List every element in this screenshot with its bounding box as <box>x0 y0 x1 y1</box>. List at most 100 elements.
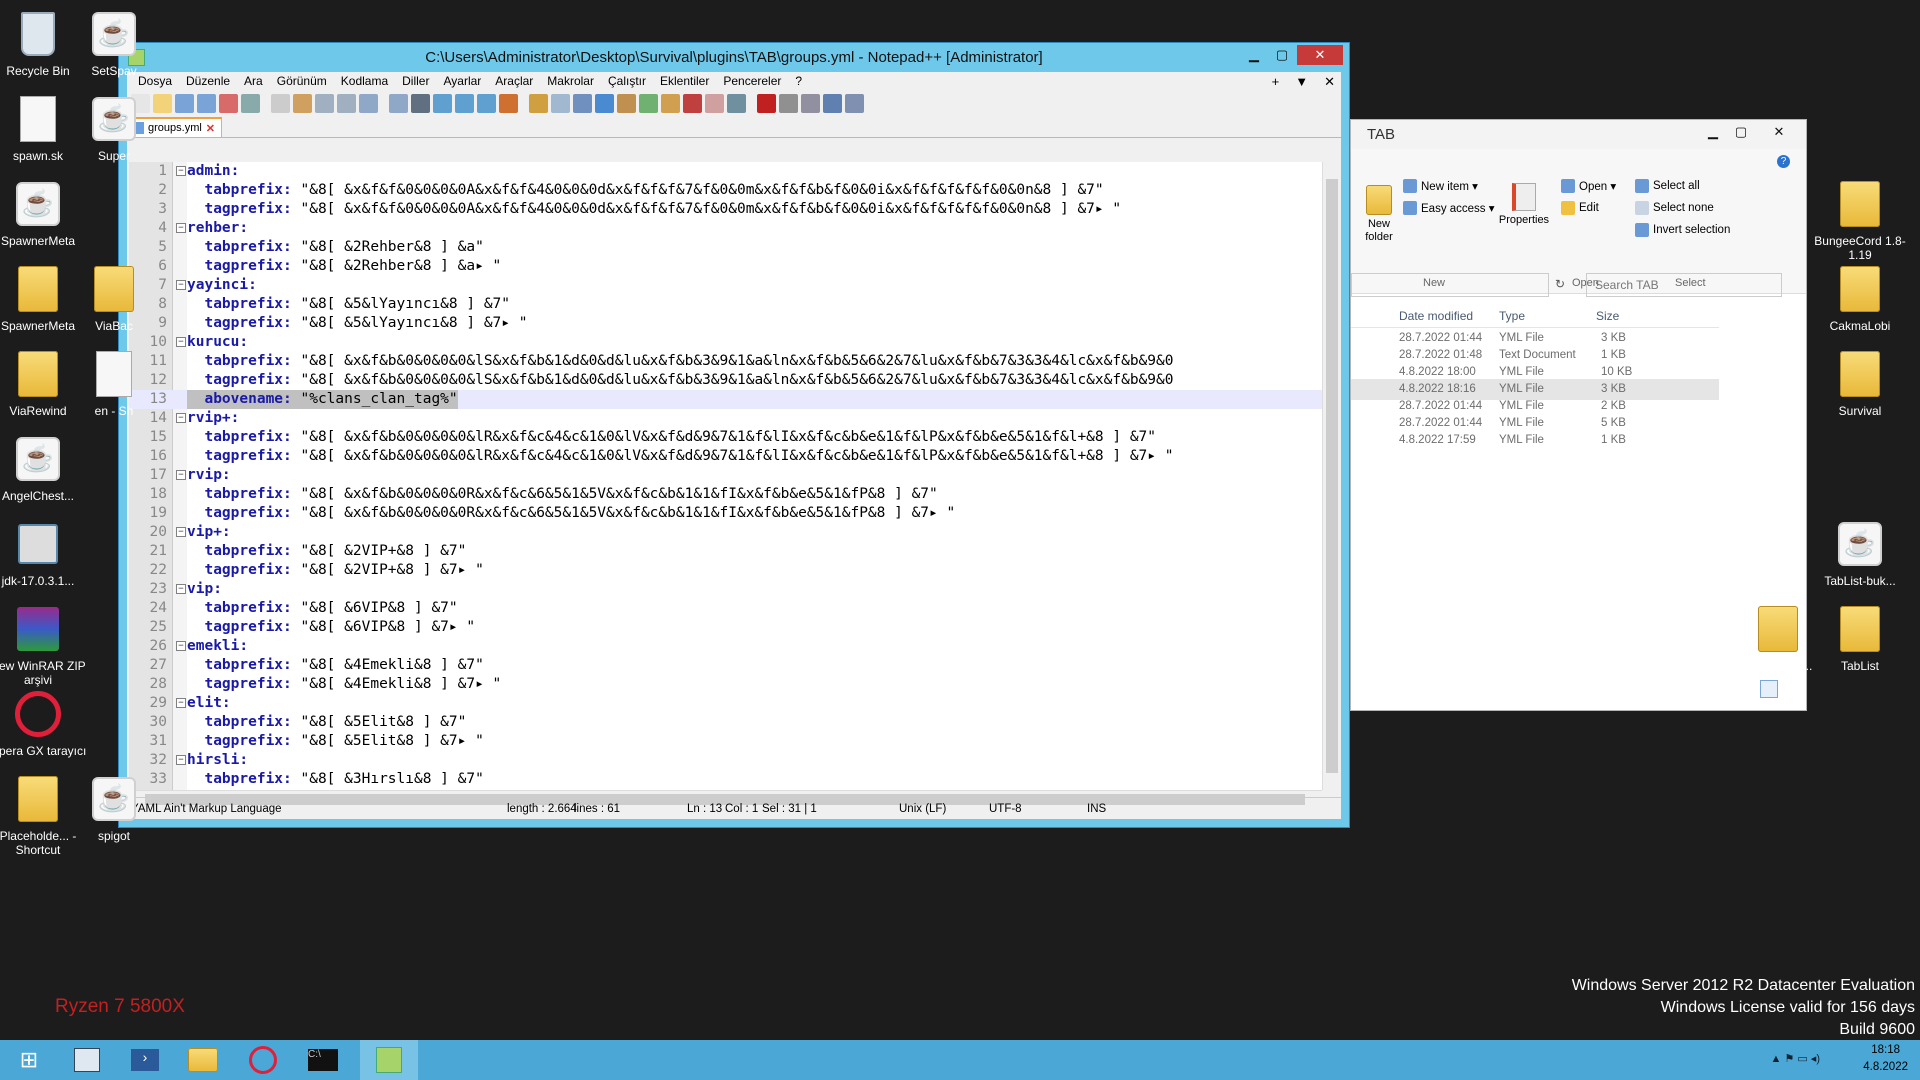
fold-toggle-icon[interactable]: − <box>176 166 186 176</box>
column-date-modified[interactable]: Date modified <box>1399 309 1473 323</box>
toolbar-button[interactable] <box>573 93 592 113</box>
edit-button[interactable]: Edit <box>1561 201 1599 215</box>
menu-item[interactable]: Makrolar <box>540 74 601 88</box>
address-bar[interactable] <box>1351 273 1549 297</box>
desktop-icon[interactable]: New WinRAR ZIP arşivi <box>0 603 88 687</box>
fold-toggle-icon[interactable]: − <box>176 337 186 347</box>
toolbar-button[interactable] <box>683 93 702 113</box>
menu-item[interactable]: Ayarlar <box>436 74 488 88</box>
close-button[interactable]: ✕ <box>1297 45 1343 65</box>
toolbar-button[interactable] <box>639 93 658 113</box>
maximize-button[interactable]: ▢ <box>1728 122 1754 142</box>
close-doc-button[interactable]: ✕ <box>1324 74 1335 90</box>
select-none-button[interactable]: Select none <box>1635 201 1714 215</box>
desktop-icon[interactable]: ViaBac <box>64 263 164 333</box>
new-item-button[interactable]: New item ▾ <box>1403 179 1478 193</box>
fold-toggle-icon[interactable]: − <box>176 641 186 651</box>
desktop-icon[interactable]: Opera GX tarayıcı <box>0 688 88 758</box>
toolbar-button[interactable] <box>315 93 334 113</box>
column-size[interactable]: Size <box>1596 309 1619 323</box>
desktop-icon[interactable]: ☕ AngelChest... <box>0 433 88 503</box>
toolbar-button[interactable] <box>801 93 820 113</box>
minimize-button[interactable]: ▁ <box>1700 122 1726 142</box>
refresh-icon[interactable]: ↻ <box>1555 277 1565 291</box>
open-button[interactable]: Open ▾ <box>1561 179 1616 193</box>
desktop-icon[interactable]: ☕ TabList-buk... <box>1810 518 1910 588</box>
toolbar-button[interactable] <box>529 93 548 113</box>
vertical-scrollbar[interactable] <box>1322 162 1341 790</box>
easy-access-button[interactable]: Easy access ▾ <box>1403 201 1495 215</box>
desktop-icon[interactable]: ☕ spigot <box>64 773 164 843</box>
fold-toggle-icon[interactable]: − <box>176 527 186 537</box>
desktop-icon[interactable]: TabList <box>1810 603 1910 673</box>
taskbar-notepadpp[interactable] <box>360 1040 418 1080</box>
details-view-icon[interactable] <box>1760 680 1778 698</box>
search-input[interactable]: Search TAB <box>1586 273 1782 297</box>
toolbar-button[interactable] <box>389 93 408 113</box>
tray-icons[interactable]: ▲ ⚑ ▭ ◂) <box>1771 1052 1821 1065</box>
close-button[interactable]: ✕ <box>1756 122 1802 142</box>
tab-list-button[interactable]: ▼ <box>1295 74 1308 90</box>
file-row[interactable]: 4.8.2022 17:59 YML File 1 KB <box>1351 430 1719 451</box>
desktop-icon[interactable]: ☕ SetSpav <box>64 8 164 78</box>
toolbar-button[interactable] <box>293 93 312 113</box>
desktop-icon[interactable]: en - Sh <box>64 348 164 418</box>
desktop-icon[interactable]: CakmaLobi <box>1810 263 1910 333</box>
desktop-icon[interactable]: BungeeCord 1.8-1.19 <box>1810 178 1910 262</box>
desktop-icon[interactable]: ☕ SpawnerMeta <box>0 178 88 248</box>
fold-toggle-icon[interactable]: − <box>176 698 186 708</box>
fold-toggle-icon[interactable]: − <box>176 584 186 594</box>
taskbar-file-explorer[interactable] <box>174 1040 232 1080</box>
toolbar-button[interactable] <box>337 93 356 113</box>
menu-item[interactable]: Görünüm <box>270 74 334 88</box>
start-button[interactable]: ⊞ <box>0 1040 58 1080</box>
menu-item[interactable]: ? <box>788 74 809 88</box>
toolbar-button[interactable] <box>175 93 194 113</box>
desktop-icon[interactable]: Survival <box>1810 348 1910 418</box>
column-type[interactable]: Type <box>1499 309 1525 323</box>
toolbar-button[interactable] <box>219 93 238 113</box>
invert-selection-button[interactable]: Invert selection <box>1635 223 1730 237</box>
menu-item[interactable]: Düzenle <box>179 74 237 88</box>
fold-toggle-icon[interactable]: − <box>176 280 186 290</box>
toolbar-button[interactable] <box>727 93 746 113</box>
toolbar-button[interactable] <box>433 93 452 113</box>
toolbar-button[interactable] <box>705 93 724 113</box>
menu-item[interactable]: Diller <box>395 74 436 88</box>
toolbar-button[interactable] <box>551 93 570 113</box>
fold-toggle-icon[interactable]: − <box>176 755 186 765</box>
toolbar-button[interactable] <box>779 93 798 113</box>
toolbar-button[interactable] <box>271 93 290 113</box>
desktop-icon[interactable]: jdk-17.0.3.1... <box>0 518 88 588</box>
taskbar-server-manager[interactable] <box>58 1040 116 1080</box>
desktop-icon[interactable]: ☕ Super <box>64 93 164 163</box>
new-folder-button[interactable]: New folder <box>1359 185 1399 244</box>
toolbar-button[interactable] <box>823 93 842 113</box>
new-tab-button[interactable]: + <box>1272 74 1280 90</box>
large-icons-view-icon[interactable] <box>1780 680 1798 698</box>
menu-item[interactable]: Ara <box>237 74 270 88</box>
taskbar-clock[interactable]: 18:18 4.8.2022 <box>1863 1042 1908 1076</box>
toolbar-button[interactable] <box>845 93 864 113</box>
help-icon[interactable]: ? <box>1777 155 1790 168</box>
minimize-button[interactable]: ▁ <box>1241 45 1267 65</box>
fold-toggle-icon[interactable]: − <box>176 223 186 233</box>
toolbar-button[interactable] <box>661 93 680 113</box>
taskbar-powershell[interactable]: › <box>116 1040 174 1080</box>
toolbar-button[interactable] <box>595 93 614 113</box>
menu-item[interactable]: Araçlar <box>488 74 540 88</box>
fold-toggle-icon[interactable]: − <box>176 470 186 480</box>
menu-item[interactable]: Kodlama <box>334 74 395 88</box>
maximize-button[interactable]: ▢ <box>1269 45 1295 65</box>
close-tab-icon[interactable]: ✕ <box>206 122 215 135</box>
properties-button[interactable]: Properties <box>1496 183 1552 226</box>
menu-item[interactable]: Pencereler <box>716 74 788 88</box>
menu-item[interactable]: Çalıştır <box>601 74 653 88</box>
toolbar-button[interactable] <box>411 93 430 113</box>
fold-toggle-icon[interactable]: − <box>176 413 186 423</box>
toolbar-button[interactable] <box>617 93 636 113</box>
select-all-button[interactable]: Select all <box>1635 179 1700 193</box>
toolbar-button[interactable] <box>757 93 776 113</box>
toolbar-button[interactable] <box>499 93 518 113</box>
toolbar-button[interactable] <box>197 93 216 113</box>
